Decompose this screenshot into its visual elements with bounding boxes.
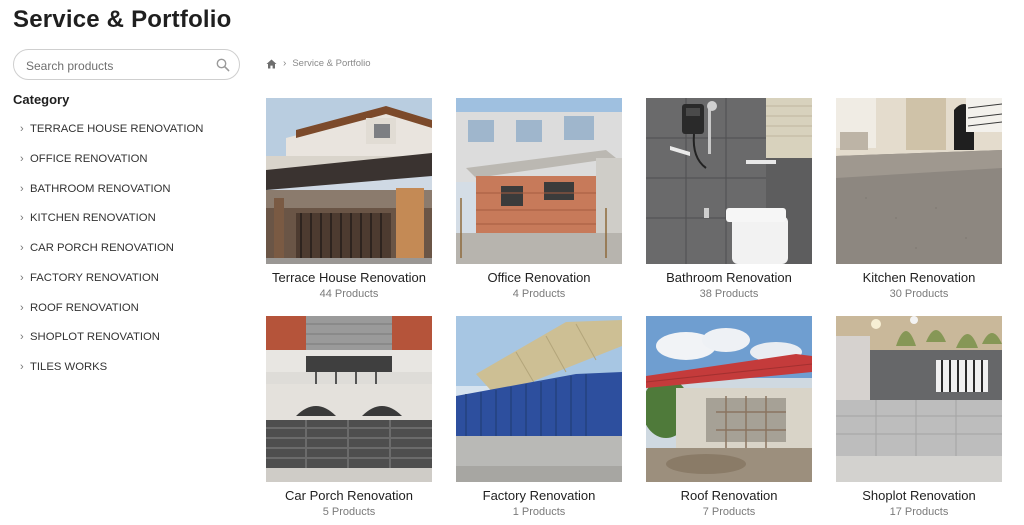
category-label: FACTORY RENOVATION <box>30 271 159 284</box>
product-name[interactable]: Kitchen Renovation <box>816 270 1022 285</box>
category-item-shoplot[interactable]: › SHOPLOT RENOVATION <box>20 329 203 359</box>
category-label: ROOF RENOVATION <box>30 301 139 314</box>
product-count: 5 Products <box>322 506 376 518</box>
category-label: SHOPLOT RENOVATION <box>30 331 160 344</box>
product-name[interactable]: Bathroom Renovation <box>626 270 832 285</box>
category-label: KITCHEN RENOVATION <box>30 212 156 225</box>
product-image[interactable] <box>266 98 432 264</box>
chevron-right-icon: › <box>20 152 24 165</box>
chevron-right-icon: › <box>20 212 24 225</box>
product-name[interactable]: Office Renovation <box>436 270 642 285</box>
category-list: › TERRACE HOUSE RENOVATION › OFFICE RENOVA… <box>20 121 203 389</box>
product-name[interactable]: Shoplot Renovation <box>816 488 1022 503</box>
product-image[interactable] <box>456 98 622 264</box>
product-count: 17 Products <box>889 506 949 518</box>
category-item-office[interactable]: › OFFICE RENOVATION <box>20 151 203 181</box>
product-name[interactable]: Terrace House Renovation <box>246 270 452 285</box>
category-item-terrace-house[interactable]: › TERRACE HOUSE RENOVATION <box>20 121 203 151</box>
category-label: TERRACE HOUSE RENOVATION <box>30 123 204 135</box>
product-image[interactable] <box>836 98 1002 264</box>
chevron-right-icon: › <box>20 331 24 344</box>
chevron-right-icon: › <box>20 182 24 195</box>
product-name[interactable]: Factory Renovation <box>436 488 642 503</box>
category-label: OFFICE RENOVATION <box>30 152 148 165</box>
category-label: CAR PORCH RENOVATION <box>30 242 174 254</box>
chevron-right-icon: › <box>20 301 24 314</box>
breadcrumb-current: Service & Portfolio <box>292 58 371 69</box>
product-name[interactable]: Roof Renovation <box>626 488 832 503</box>
category-item-kitchen[interactable]: › KITCHEN RENOVATION <box>20 210 203 240</box>
home-icon[interactable] <box>266 59 277 69</box>
category-heading: Category <box>13 92 70 107</box>
category-label: BATHROOM RENOVATION <box>30 182 171 195</box>
page-title: Service & Portfolio <box>13 6 232 33</box>
search-box <box>13 49 240 81</box>
category-item-factory[interactable]: › FACTORY RENOVATION <box>20 270 203 300</box>
product-image[interactable] <box>836 316 1002 482</box>
product-image[interactable] <box>266 316 432 482</box>
search-icon[interactable] <box>216 58 230 72</box>
breadcrumb: › Service & Portfolio <box>266 58 371 69</box>
chevron-right-icon: › <box>20 123 24 135</box>
product-count: 44 Products <box>319 288 379 300</box>
category-item-tiles-works[interactable]: › TILES WORKS <box>20 359 203 389</box>
chevron-right-icon: › <box>20 361 24 373</box>
chevron-right-icon: › <box>20 271 24 284</box>
product-count: 7 Products <box>702 506 756 518</box>
category-item-roof[interactable]: › ROOF RENOVATION <box>20 300 203 330</box>
product-name[interactable]: Car Porch Renovation <box>246 488 452 503</box>
product-image[interactable] <box>456 316 622 482</box>
breadcrumb-separator: › <box>283 58 287 69</box>
product-image[interactable] <box>646 316 812 482</box>
chevron-right-icon: › <box>20 242 24 254</box>
category-label: TILES WORKS <box>30 361 108 373</box>
category-item-bathroom[interactable]: › BATHROOM RENOVATION <box>20 181 203 211</box>
category-item-car-porch[interactable]: › CAR PORCH RENOVATION <box>20 240 203 270</box>
product-count: 1 Products <box>512 506 566 518</box>
product-count: 30 Products <box>889 288 949 300</box>
search-input[interactable] <box>24 50 218 81</box>
product-image[interactable] <box>646 98 812 264</box>
product-count: 4 Products <box>512 288 566 300</box>
product-count: 38 Products <box>699 288 759 300</box>
